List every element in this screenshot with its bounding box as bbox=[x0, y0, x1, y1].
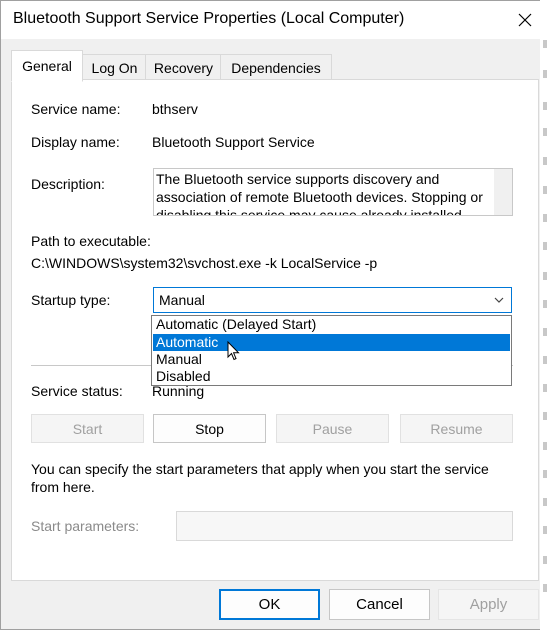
edge-tick bbox=[543, 584, 547, 592]
tab-dependencies[interactable]: Dependencies bbox=[220, 54, 332, 80]
edge-tick bbox=[543, 214, 547, 222]
tab-general[interactable]: General bbox=[11, 50, 83, 82]
edge-tick bbox=[543, 300, 547, 308]
close-icon bbox=[518, 13, 532, 27]
tab-log-on[interactable]: Log On bbox=[82, 54, 147, 80]
edge-tick bbox=[543, 242, 547, 250]
tab-recovery[interactable]: Recovery bbox=[145, 54, 222, 80]
stop-button-label: Stop bbox=[195, 420, 224, 437]
title-bar: Bluetooth Support Service Properties (Lo… bbox=[1, 1, 549, 39]
edge-tick bbox=[543, 526, 547, 534]
edge-tick bbox=[543, 272, 547, 280]
display-name-value: Bluetooth Support Service bbox=[152, 134, 315, 150]
display-name-label: Display name: bbox=[31, 134, 120, 150]
startup-type-value: Manual bbox=[159, 292, 205, 308]
cancel-button-label: Cancel bbox=[356, 596, 403, 613]
path-label: Path to executable: bbox=[31, 233, 151, 249]
option-automatic-delayed[interactable]: Automatic (Delayed Start) bbox=[153, 316, 510, 333]
edge-tick bbox=[543, 70, 547, 78]
path-value: C:\WINDOWS\system32\svchost.exe -k Local… bbox=[31, 255, 378, 271]
pause-button-label: Pause bbox=[312, 420, 353, 437]
start-button[interactable]: Start bbox=[31, 414, 144, 443]
description-scrollbar[interactable] bbox=[494, 169, 512, 215]
edge-tick bbox=[543, 157, 547, 165]
startup-type-label: Startup type: bbox=[31, 292, 111, 308]
service-status-label: Service status: bbox=[31, 383, 123, 399]
edge-tick bbox=[543, 186, 547, 194]
ok-button-label: OK bbox=[258, 596, 281, 613]
edge-tick bbox=[543, 356, 547, 364]
mouse-pointer-icon bbox=[227, 341, 240, 361]
tab-log-on-label: Log On bbox=[91, 59, 138, 76]
resume-button[interactable]: Resume bbox=[400, 414, 513, 443]
pause-button[interactable]: Pause bbox=[276, 414, 389, 443]
background-window-edge bbox=[540, 0, 550, 630]
window-title: Bluetooth Support Service Properties (Lo… bbox=[13, 10, 405, 27]
start-params-info: You can specify the start parameters tha… bbox=[31, 461, 489, 495]
edge-tick bbox=[543, 128, 547, 136]
tab-general-label: General bbox=[22, 58, 72, 74]
startup-type-dropdown: Automatic (Delayed Start) Automatic Manu… bbox=[151, 315, 512, 386]
edge-tick bbox=[543, 102, 547, 110]
start-button-label: Start bbox=[72, 420, 103, 437]
edge-tick bbox=[543, 442, 547, 450]
startup-type-select[interactable]: Manual bbox=[153, 287, 512, 313]
option-manual[interactable]: Manual bbox=[153, 351, 510, 368]
option-disabled[interactable]: Disabled bbox=[153, 368, 510, 385]
tab-dependencies-label: Dependencies bbox=[231, 59, 321, 76]
resume-button-label: Resume bbox=[430, 420, 483, 437]
edge-tick bbox=[543, 412, 547, 420]
option-automatic[interactable]: Automatic bbox=[153, 334, 510, 351]
edge-tick bbox=[543, 556, 547, 564]
stop-button[interactable]: Stop bbox=[153, 414, 266, 443]
description-text: The Bluetooth service supports discovery… bbox=[156, 171, 483, 216]
edge-tick bbox=[543, 384, 547, 392]
service-name-label: Service name: bbox=[31, 101, 121, 117]
description-label: Description: bbox=[31, 176, 105, 192]
apply-button[interactable]: Apply bbox=[438, 589, 539, 620]
tab-recovery-label: Recovery bbox=[153, 59, 214, 76]
chevron-down-icon bbox=[494, 297, 504, 303]
cancel-button[interactable]: Cancel bbox=[329, 589, 430, 620]
ok-button[interactable]: OK bbox=[219, 589, 320, 620]
edge-tick bbox=[543, 328, 547, 336]
edge-tick bbox=[543, 470, 547, 478]
start-params-input[interactable] bbox=[176, 511, 513, 541]
apply-button-label: Apply bbox=[469, 596, 508, 613]
description-box[interactable]: The Bluetooth service supports discovery… bbox=[153, 168, 513, 216]
start-params-label: Start parameters: bbox=[31, 518, 140, 534]
edge-tick bbox=[543, 498, 547, 506]
service-name-value: bthserv bbox=[152, 101, 198, 117]
edge-tick bbox=[543, 40, 547, 48]
